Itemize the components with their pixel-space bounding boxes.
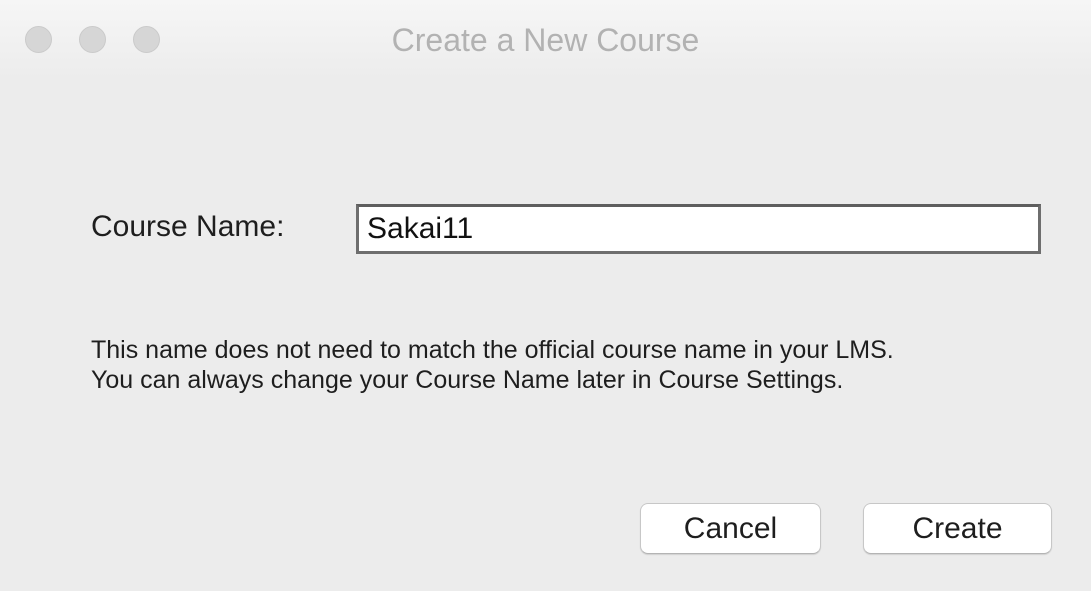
help-text-line-1: This name does not need to match the off…: [91, 336, 894, 364]
title-bar[interactable]: Create a New Course: [0, 0, 1091, 80]
course-name-label: Course Name:: [91, 210, 285, 243]
create-course-dialog: Create a New Course Course Name: This na…: [0, 0, 1091, 591]
help-text: This name does not need to match the off…: [91, 335, 894, 395]
window-title: Create a New Course: [391, 22, 700, 58]
cancel-button[interactable]: Cancel: [640, 503, 821, 554]
help-text-line-2: You can always change your Course Name l…: [91, 366, 844, 394]
create-button[interactable]: Create: [863, 503, 1052, 554]
course-name-input[interactable]: [356, 204, 1041, 254]
